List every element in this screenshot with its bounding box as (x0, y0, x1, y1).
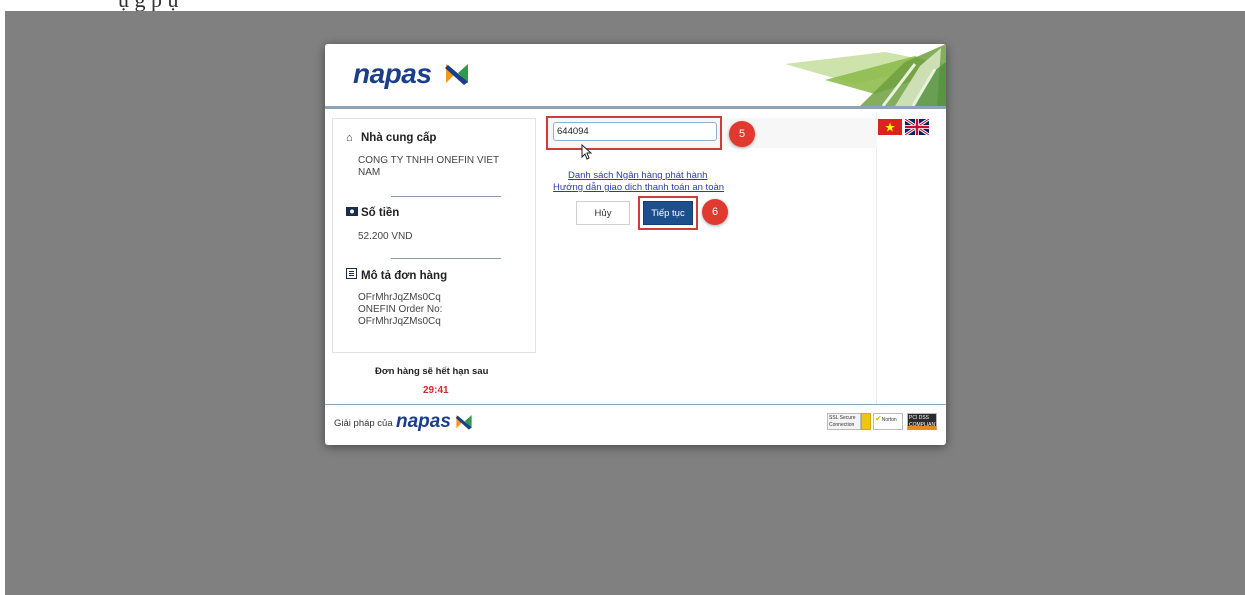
button-highlight-box (638, 196, 698, 230)
panel-header: napas (325, 44, 946, 106)
issuer-bank-list-link[interactable]: Danh sách Ngân hàng phát hành (568, 170, 707, 181)
footer-prefix: Giải pháp của (334, 418, 393, 429)
pci-badge: PCI DSS COMPLIANT (907, 413, 937, 430)
ssl-lock-icon (861, 413, 871, 430)
top-caption-strip: ụ g p ụ (0, 0, 1245, 11)
order-description-title: Mô tả đơn hàng (346, 268, 447, 282)
order-line1: OFrMhrJqZMs0Cq (358, 292, 441, 303)
mouse-cursor-icon (581, 144, 592, 160)
amount-title: Số tiền (346, 207, 399, 219)
footer-napas-logo: napas (396, 411, 451, 432)
napas-logo: napas (353, 58, 432, 89)
expiry-label: Đơn hàng sẽ hết hạn sau (375, 366, 489, 377)
order-line3: OFrMhrJqZMs0Cq (358, 316, 441, 327)
english-flag-icon[interactable] (905, 119, 929, 135)
napas-logo-mark-icon (445, 64, 468, 85)
merchant-name-line1: CONG TY TNHH ONEFIN VIET (358, 155, 500, 166)
order-line2: ONEFIN Order No: (358, 304, 443, 315)
list-icon (346, 268, 358, 282)
step-6-badge: 6 (702, 199, 728, 225)
expiry-countdown: 29:41 (423, 385, 449, 396)
money-icon (346, 207, 358, 219)
ssl-badge: SSL Secure Connection (827, 413, 861, 430)
step-5-badge: 5 (729, 121, 755, 147)
input-highlight-box (546, 116, 722, 150)
home-icon: ⌂ (346, 132, 353, 144)
merchant-name-line2: NAM (358, 167, 381, 178)
cancel-button[interactable]: Hủy (576, 201, 630, 225)
header-divider (325, 106, 946, 109)
check-icon: ✔ (875, 414, 882, 423)
info-separator (391, 196, 501, 197)
header-decoration (785, 44, 946, 106)
footer-napas-mark-icon (455, 415, 472, 430)
vietnamese-flag-icon[interactable] (878, 119, 902, 135)
order-info-box: ⌂ Nhà cung cấp CONG TY TNHH ONEFIN VIET N… (332, 118, 536, 353)
top-caption-fragment: ụ g p ụ (118, 0, 179, 11)
footer-divider (325, 404, 946, 405)
payment-panel: napas ⌂ Nhà cung cấp CONG TY TNHH ONEFIN … (325, 44, 946, 445)
amount-value: 52.200 VND (358, 231, 413, 242)
safe-payment-guide-link[interactable]: Hướng dẫn giao dịch thanh toán an toàn (553, 182, 724, 193)
info-separator (391, 258, 501, 259)
column-divider (876, 112, 877, 404)
merchant-title: ⌂ Nhà cung cấp (346, 132, 437, 144)
norton-badge: ✔Norton (873, 413, 903, 430)
